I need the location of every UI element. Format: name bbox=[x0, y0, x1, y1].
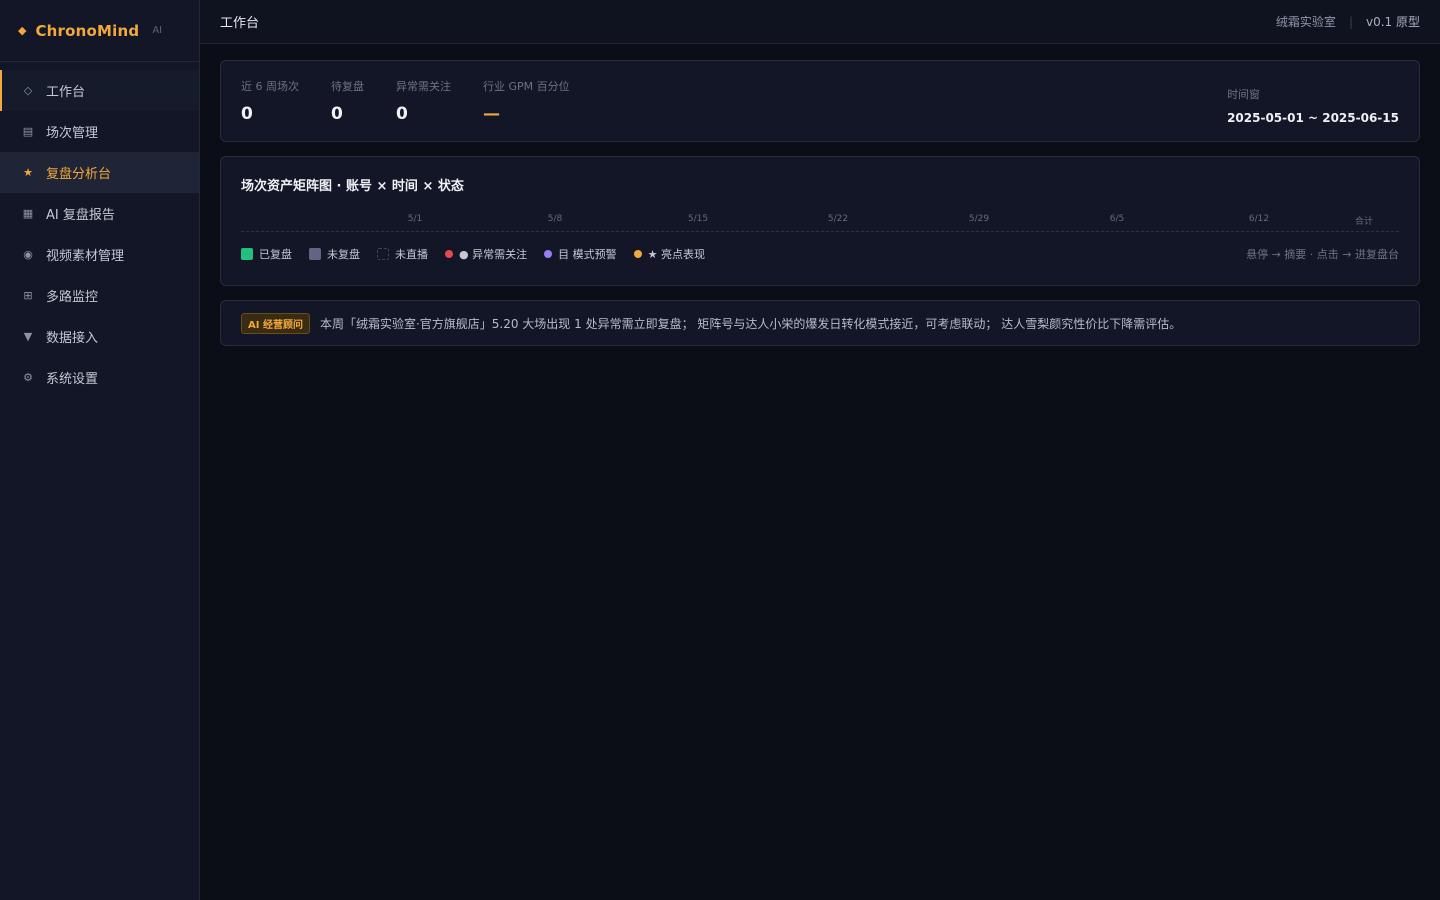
kpi-list: 近 6 周场次 0 待复盘 0 异常需关注 0 行业 GPM 百分位 — bbox=[241, 78, 602, 124]
matrix-time-axis: 5/1 5/8 5/15 5/22 5/29 6/5 6/12 合计 bbox=[241, 210, 1399, 232]
kpi-value: — bbox=[483, 104, 500, 124]
topbar-meta: 绒霜实验室 | v0.1 原型 bbox=[1276, 13, 1420, 30]
ai-advisor-text: 本周「绒霜实验室·官方旗舰店」5.20 大场出现 1 处异常需立即复盘； 矩阵号… bbox=[319, 316, 1182, 331]
axis-tick-label: 6/5 bbox=[1109, 214, 1125, 224]
kpi-value: 0 bbox=[396, 104, 408, 124]
sidebar-item-label: AI 复盘报告 bbox=[46, 208, 115, 223]
legend-swatch bbox=[544, 250, 553, 258]
legend-swatch bbox=[309, 248, 321, 260]
page-title: 工作台 bbox=[220, 16, 260, 31]
topbar: 工作台 绒霜实验室 | v0.1 原型 bbox=[200, 0, 1440, 44]
legend-swatch bbox=[633, 250, 642, 258]
gear-icon: ⚙ bbox=[23, 371, 33, 384]
main-area: 工作台 绒霜实验室 | v0.1 原型 近 6 周场次 0 待复盘 0 异常需关注 0 行业… bbox=[200, 0, 1440, 900]
brand-tag: AI bbox=[152, 25, 163, 36]
brand[interactable]: ◆ ChronoMind AI bbox=[0, 0, 199, 62]
content: 近 6 周场次 0 待复盘 0 异常需关注 0 行业 GPM 百分位 — 时间窗 2025-0… bbox=[200, 44, 1440, 362]
star-icon: ★ bbox=[23, 166, 33, 179]
legend-label: 已复盘 bbox=[259, 248, 292, 261]
kpi-label: 待复盘 bbox=[331, 80, 364, 93]
sidebar-item-label: 系统设置 bbox=[46, 372, 99, 387]
kpi-item: 近 6 周场次 0 bbox=[241, 78, 299, 124]
sidebar-item-5[interactable]: ⊞ 多路监控 bbox=[0, 275, 199, 316]
legend-item[interactable]: 未直播 bbox=[377, 246, 428, 262]
kpi-item: 行业 GPM 百分位 — bbox=[483, 78, 570, 124]
legend-item[interactable]: 目 模式预警 bbox=[544, 246, 617, 262]
grid-icon: ▦ bbox=[22, 207, 34, 220]
sidebar-item-label: 场次管理 bbox=[46, 126, 99, 141]
app-root: ◆ ChronoMind AI ◇ 工作台 ▤ 场次管理 ★ 复盘分析台 ▦ AI 复盘报告 ◉… bbox=[0, 0, 1440, 900]
sidebar-item-7[interactable]: ⚙ 系统设置 bbox=[0, 357, 199, 398]
axis-tick-label: 5/29 bbox=[968, 214, 990, 224]
version-label: v0.1 原型 bbox=[1365, 15, 1420, 29]
kpi-label: 近 6 周场次 bbox=[241, 80, 299, 93]
matrix-card: 场次资产矩阵图 · 账号 × 时间 × 状态 5/1 5/8 5/15 5/22 5/2… bbox=[220, 156, 1420, 286]
matrix-title: 场次资产矩阵图 · 账号 × 时间 × 状态 bbox=[241, 179, 464, 194]
legend-swatch bbox=[377, 248, 389, 260]
legend-label: 目 模式预警 bbox=[558, 248, 617, 261]
sidebar-item-4[interactable]: ◉ 视频素材管理 bbox=[0, 234, 199, 275]
org-name[interactable]: 绒霜实验室 bbox=[1276, 13, 1336, 30]
axis-tick-label: 5/8 bbox=[547, 214, 563, 224]
sidebar-nav: ◇ 工作台 ▤ 场次管理 ★ 复盘分析台 ▦ AI 复盘报告 ◉ 视频素材管理 ⊞ 多路监控 ▼ 数据接入… bbox=[0, 62, 199, 398]
quad-icon: ⊞ bbox=[23, 289, 33, 302]
legend-swatch bbox=[241, 248, 253, 260]
legend-item[interactable]: 未复盘 bbox=[309, 246, 360, 262]
kpi-value: 0 bbox=[331, 104, 343, 124]
matrix-hint: 悬停 → 摘要 · 点击 → 进复盘台 bbox=[1246, 248, 1399, 261]
legend-item[interactable]: 已复盘 bbox=[241, 246, 292, 262]
axis-tick-label: 合计 bbox=[1354, 217, 1374, 227]
kpi-label: 异常需关注 bbox=[396, 80, 451, 93]
kpi-card: 近 6 周场次 0 待复盘 0 异常需关注 0 行业 GPM 百分位 — 时间窗 2025-0… bbox=[220, 60, 1420, 142]
kpi-value: 0 bbox=[241, 104, 253, 124]
sidebar-item-label: 视频素材管理 bbox=[46, 249, 125, 264]
diamond-icon: ◆ bbox=[18, 24, 27, 37]
sidebar-item-label: 数据接入 bbox=[46, 331, 99, 346]
sidebar-item-1[interactable]: ▤ 场次管理 bbox=[0, 111, 199, 152]
ai-advisor-card: AI 经营顾问 本周「绒霜实验室·官方旗舰店」5.20 大场出现 1 处异常需立… bbox=[220, 300, 1420, 346]
legend-label: ★ 亮点表现 bbox=[647, 248, 705, 261]
sidebar-item-3[interactable]: ▦ AI 复盘报告 bbox=[0, 193, 199, 234]
kpi-item: 异常需关注 0 bbox=[396, 78, 451, 124]
legend-label: 未直播 bbox=[395, 248, 428, 261]
legend-swatch bbox=[445, 250, 453, 258]
time-window-label: 时间窗 bbox=[1227, 87, 1261, 101]
sidebar-item-6[interactable]: ▼ 数据接入 bbox=[0, 316, 199, 357]
axis-tick-label: 5/15 bbox=[687, 214, 709, 224]
legend-label: ● 异常需关注 bbox=[459, 248, 528, 261]
axis-tick-label: 5/22 bbox=[827, 214, 849, 224]
axis-tick-label: 5/1 bbox=[407, 214, 423, 224]
record-icon: ◉ bbox=[23, 248, 33, 261]
circle-icon: ◇ bbox=[23, 84, 33, 97]
sidebar-item-2[interactable]: ★ 复盘分析台 bbox=[0, 152, 199, 193]
axis-tick-label: 6/12 bbox=[1248, 214, 1270, 224]
kpi-item: 待复盘 0 bbox=[331, 78, 364, 124]
list-icon: ▤ bbox=[22, 125, 34, 138]
time-window-value: 2025-05-01 ~ 2025-06-15 bbox=[1227, 110, 1399, 125]
sidebar-item-label: 复盘分析台 bbox=[46, 167, 112, 182]
sidebar-item-0[interactable]: ◇ 工作台 bbox=[0, 70, 199, 111]
brand-name: ChronoMind bbox=[35, 21, 140, 40]
sidebar-item-label: 工作台 bbox=[46, 85, 86, 100]
time-window[interactable]: 时间窗 2025-05-01 ~ 2025-06-15 bbox=[1227, 86, 1399, 125]
sidebar-item-label: 多路监控 bbox=[46, 290, 99, 305]
kpi-label: 行业 GPM 百分位 bbox=[483, 80, 570, 93]
matrix-legend: 已复盘 未复盘 未直播 ● 异常需关注 目 模式预警 ★ 亮点表现 bbox=[241, 246, 722, 262]
ai-advisor-badge: AI 经营顾问 bbox=[241, 312, 310, 334]
legend-label: 未复盘 bbox=[327, 248, 360, 261]
sidebar: ◆ ChronoMind AI ◇ 工作台 ▤ 场次管理 ★ 复盘分析台 ▦ AI 复盘报告 ◉… bbox=[0, 0, 200, 900]
legend-item[interactable]: ● 异常需关注 bbox=[445, 246, 527, 262]
legend-row: 已复盘 未复盘 未直播 ● 异常需关注 目 模式预警 ★ 亮点表现 悬停 → 摘要 · 点… bbox=[241, 246, 1399, 262]
triangle-down-icon: ▼ bbox=[23, 330, 33, 343]
legend-item[interactable]: ★ 亮点表现 bbox=[633, 246, 705, 262]
topbar-separator: | bbox=[1348, 14, 1353, 29]
